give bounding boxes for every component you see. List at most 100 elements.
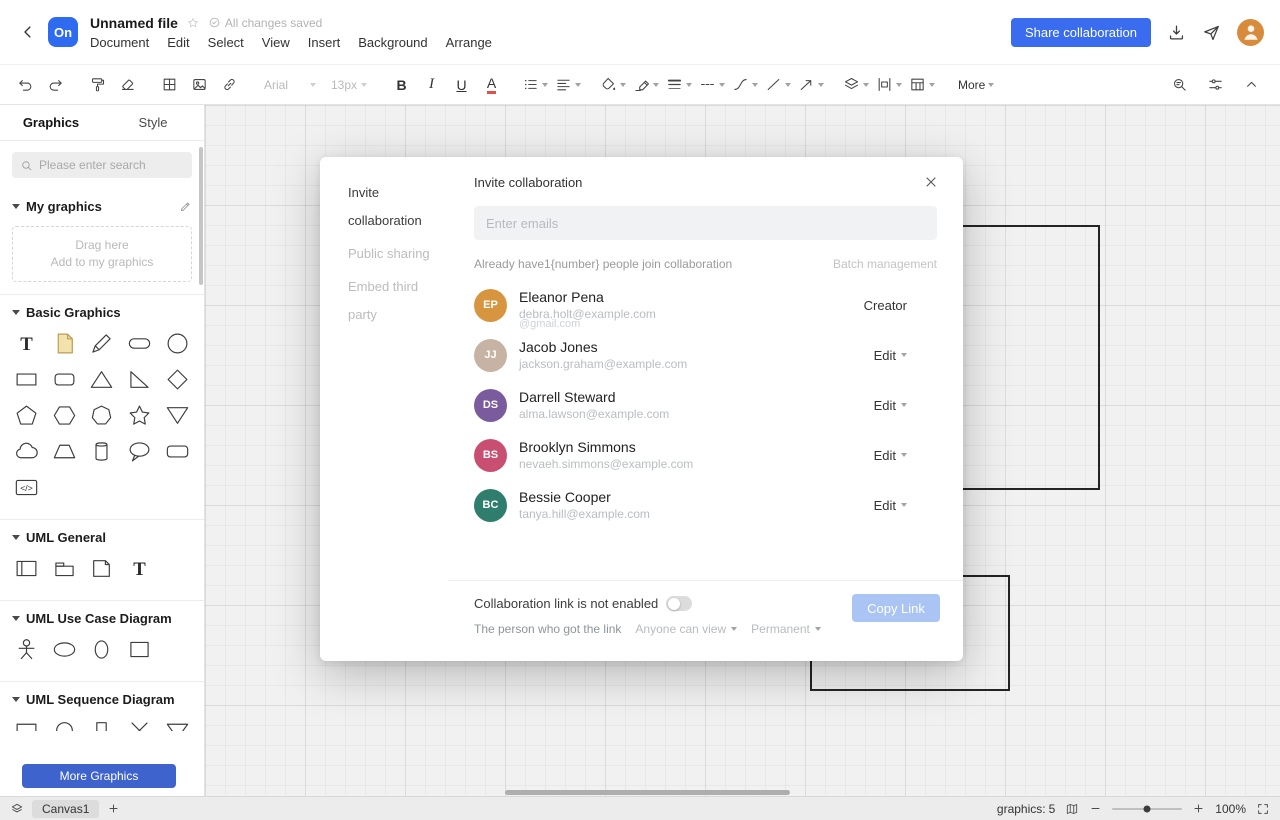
add-canvas-icon[interactable]	[107, 802, 120, 815]
tab-graphics[interactable]: Graphics	[0, 105, 102, 140]
bold-button[interactable]: B	[388, 72, 415, 98]
rounded-rectangle-shape[interactable]	[47, 362, 81, 396]
more-button[interactable]: More	[952, 72, 1000, 98]
section-header-my-graphics[interactable]: My graphics	[0, 189, 204, 218]
note-shape[interactable]	[47, 326, 81, 360]
pentagon-shape[interactable]	[10, 398, 44, 432]
distribute-icon[interactable]	[874, 72, 904, 98]
collaboration-link-toggle[interactable]	[666, 596, 692, 611]
seq-loop-shape[interactable]	[160, 713, 194, 731]
menu-view[interactable]: View	[262, 35, 290, 50]
image-icon[interactable]	[186, 72, 213, 98]
canvas-layers-icon[interactable]	[10, 802, 24, 816]
pen-shape[interactable]	[85, 326, 119, 360]
redo-icon[interactable]	[42, 72, 69, 98]
eraser-icon[interactable]	[114, 72, 141, 98]
line-weight-icon[interactable]	[664, 72, 694, 98]
lifeline-shape[interactable]	[85, 632, 119, 666]
edit-pencil-icon[interactable]	[179, 200, 192, 213]
back-button[interactable]	[16, 20, 40, 44]
user-avatar[interactable]	[1237, 19, 1264, 46]
font-family-select[interactable]: Arial	[258, 72, 322, 98]
duration-dropdown[interactable]: Permanent	[751, 622, 821, 636]
zoom-percent[interactable]: 100%	[1215, 802, 1246, 816]
seq-activation-shape[interactable]	[85, 713, 119, 731]
section-header-uml-general[interactable]: UML General	[0, 520, 204, 549]
code-block-shape[interactable]: </>	[10, 470, 44, 504]
more-graphics-button[interactable]: More Graphics	[22, 764, 176, 788]
close-icon[interactable]	[923, 174, 939, 190]
member-role-dropdown[interactable]: Edit	[874, 348, 907, 363]
fill-bucket-icon[interactable]	[598, 72, 628, 98]
cloud-shape[interactable]	[10, 434, 44, 468]
trapezoid-shape[interactable]	[47, 434, 81, 468]
menu-background[interactable]: Background	[358, 35, 427, 50]
dialog-nav-invite-collaboration[interactable]: Invite collaboration	[348, 179, 438, 235]
circle-shape[interactable]	[160, 326, 194, 360]
permission-dropdown[interactable]: Anyone can view	[635, 622, 737, 636]
section-header-uml-use-case-diagram[interactable]: UML Use Case Diagram	[0, 601, 204, 630]
member-role-dropdown[interactable]: Edit	[874, 498, 907, 513]
menu-arrange[interactable]: Arrange	[446, 35, 492, 50]
member-role-dropdown[interactable]: Edit	[874, 448, 907, 463]
zoom-out-icon[interactable]	[1089, 802, 1102, 815]
connector-icon[interactable]	[730, 72, 760, 98]
hexagon-shape[interactable]	[47, 398, 81, 432]
member-role-dropdown[interactable]: Edit	[874, 398, 907, 413]
italic-button[interactable]: I	[418, 72, 445, 98]
highlighter-icon[interactable]	[631, 72, 661, 98]
minimap-icon[interactable]	[1065, 802, 1079, 816]
zoom-in-icon[interactable]	[1192, 802, 1205, 815]
arrow-icon[interactable]	[796, 72, 826, 98]
inverted-triangle-shape[interactable]	[160, 398, 194, 432]
line-icon[interactable]	[763, 72, 793, 98]
undo-icon[interactable]	[12, 72, 39, 98]
text-shape[interactable]: T	[10, 326, 44, 360]
seq-circle-shape[interactable]	[47, 713, 81, 731]
font-color-button[interactable]: A	[478, 72, 505, 98]
app-logo[interactable]: On	[48, 17, 78, 47]
copy-link-button[interactable]: Copy Link	[852, 594, 940, 622]
grid-icon[interactable]	[156, 72, 183, 98]
zoom-slider[interactable]	[1112, 808, 1182, 810]
star-shape[interactable]	[123, 398, 157, 432]
triangle-shape[interactable]	[85, 362, 119, 396]
favorite-star-icon[interactable]	[186, 16, 200, 30]
seq-destroy-shape[interactable]	[123, 713, 157, 731]
layers-icon[interactable]	[841, 72, 871, 98]
uml-object-shape[interactable]	[10, 551, 44, 585]
dialog-nav-public-sharing[interactable]: Public sharing	[348, 240, 438, 268]
dialog-nav-embed-third-party[interactable]: Embed third party	[348, 273, 438, 329]
rectangle-shape[interactable]	[10, 362, 44, 396]
underline-button[interactable]: U	[448, 72, 475, 98]
card-shape[interactable]	[160, 434, 194, 468]
diamond-shape[interactable]	[160, 362, 194, 396]
cylinder-shape[interactable]	[85, 434, 119, 468]
actor-shape[interactable]	[10, 632, 44, 666]
uml-package-shape[interactable]	[47, 551, 81, 585]
my-graphics-dropzone[interactable]: Drag hereAdd to my graphics	[12, 226, 192, 282]
menu-insert[interactable]: Insert	[308, 35, 341, 50]
font-size-select[interactable]: 13px	[325, 72, 373, 98]
system-rect-shape[interactable]	[123, 632, 157, 666]
format-painter-icon[interactable]	[84, 72, 111, 98]
seq-object-shape[interactable]	[10, 713, 44, 731]
right-triangle-shape[interactable]	[123, 362, 157, 396]
heptagon-shape[interactable]	[85, 398, 119, 432]
share-collaboration-button[interactable]: Share collaboration	[1011, 18, 1151, 47]
search-input[interactable]	[39, 158, 184, 172]
menu-document[interactable]: Document	[90, 35, 149, 50]
section-header-uml-sequence-diagram[interactable]: UML Sequence Diagram	[0, 682, 204, 711]
uml-note-shape[interactable]	[85, 551, 119, 585]
uml-text-shape[interactable]: T	[123, 551, 157, 585]
download-icon[interactable]	[1167, 23, 1186, 42]
sidebar-scrollbar[interactable]	[199, 147, 203, 285]
collapse-chevron-icon[interactable]	[1238, 72, 1265, 98]
section-header-basic-graphics[interactable]: Basic Graphics	[0, 295, 204, 324]
dash-style-icon[interactable]	[697, 72, 727, 98]
file-title[interactable]: Unnamed file	[90, 15, 178, 31]
email-input[interactable]	[474, 206, 937, 240]
table-icon[interactable]	[907, 72, 937, 98]
menu-edit[interactable]: Edit	[167, 35, 189, 50]
usecase-ellipse-shape[interactable]	[47, 632, 81, 666]
